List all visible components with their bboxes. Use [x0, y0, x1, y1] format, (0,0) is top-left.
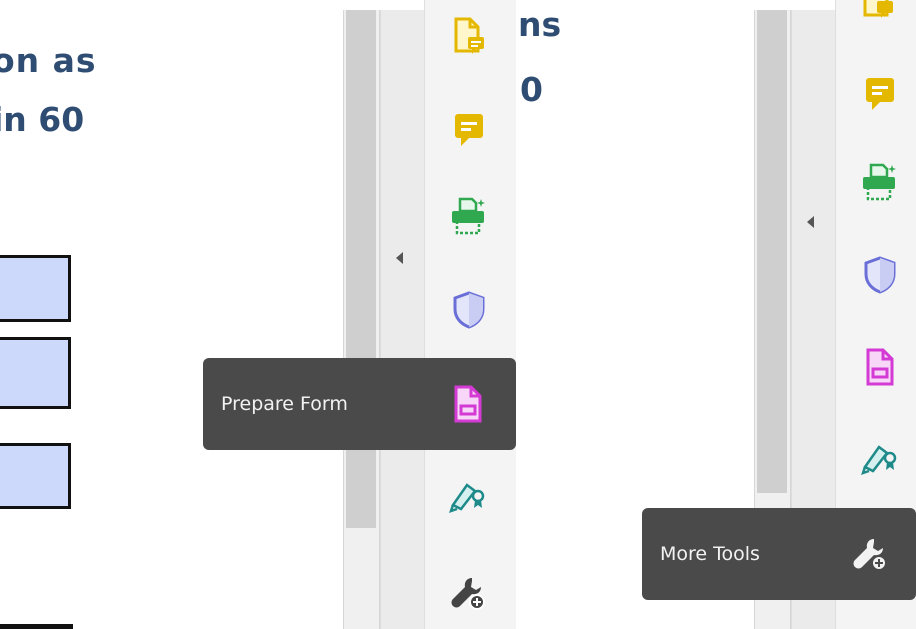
document-text-line: on as [0, 41, 97, 80]
collapse-panel-button[interactable] [380, 10, 424, 629]
tooltip-label: More Tools [660, 543, 760, 565]
scrollbar-thumb[interactable] [757, 10, 787, 493]
prepare-form-icon[interactable] [860, 347, 900, 387]
tools-rail [424, 0, 516, 629]
more-tools-icon[interactable] [448, 573, 488, 613]
fill-sign-icon[interactable] [860, 437, 900, 477]
form-line [0, 624, 73, 629]
document-text-line: 0 [520, 70, 543, 109]
chevron-left-icon [396, 252, 403, 264]
prepare-form-tooltip[interactable]: Prepare Form [203, 358, 516, 450]
protect-shield-icon[interactable] [860, 255, 900, 295]
tooltip-label: Prepare Form [221, 393, 348, 415]
comment-file-icon[interactable] [858, 0, 898, 20]
document-text-line: ns [518, 5, 562, 44]
form-checkbox[interactable] [0, 443, 71, 509]
more-tools-tooltip[interactable]: More Tools [642, 508, 916, 600]
more-tools-icon [850, 534, 890, 574]
form-checkbox[interactable] [0, 255, 71, 322]
scrollbar-thumb[interactable] [346, 10, 376, 528]
protect-shield-icon[interactable] [449, 290, 489, 330]
fill-sign-icon[interactable] [448, 475, 488, 515]
scan-print-icon[interactable] [449, 196, 489, 236]
scan-print-icon[interactable] [860, 162, 900, 202]
comment-file-icon[interactable] [449, 16, 489, 56]
chevron-left-icon [807, 216, 814, 228]
form-checkbox[interactable] [0, 337, 71, 409]
prepare-form-icon [448, 384, 488, 424]
vertical-scrollbar[interactable] [343, 10, 380, 629]
comment-icon[interactable] [860, 74, 900, 114]
comment-icon[interactable] [449, 110, 489, 150]
document-text-line: in 60 [0, 100, 85, 139]
